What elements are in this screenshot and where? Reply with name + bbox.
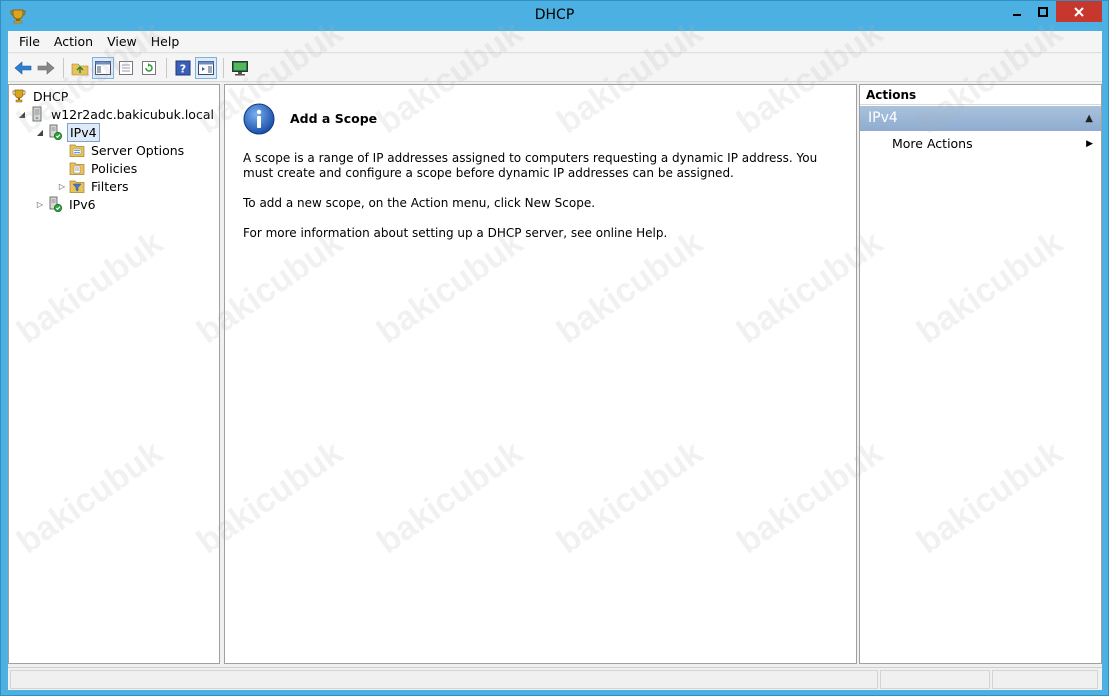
maximize-icon — [1038, 6, 1048, 17]
tree-label-ipv6: IPv6 — [69, 196, 96, 212]
collapse-section-icon[interactable]: ▲ — [1085, 106, 1093, 131]
content-title: Add a Scope — [290, 111, 378, 126]
toolbar: ? — [8, 54, 1102, 82]
tree-node-server-options[interactable]: Server Options — [69, 141, 186, 159]
dhcp-trophy-icon — [11, 88, 27, 104]
menu-view[interactable]: View — [100, 31, 144, 53]
client-area: File Action View Help ? DHCP ◢ w12r2adc.… — [8, 31, 1102, 690]
tree-label-filters: Filters — [91, 178, 129, 194]
dhcp-window: DHCP File Action View Help ? DHCP ◢ w12r… — [0, 0, 1109, 696]
toolbar-separator — [223, 57, 224, 78]
menu-file[interactable]: File — [12, 31, 47, 53]
submenu-arrow-icon: ▶ — [1086, 139, 1093, 149]
tree-label-ipv4: IPv4 — [67, 122, 100, 142]
minimize-icon — [1013, 13, 1021, 16]
tree-node-ipv6[interactable]: ▷ IPv6 — [35, 195, 98, 213]
actions-pane: Actions IPv4 ▲ More Actions ▶ — [859, 84, 1102, 664]
results-pane: Add a Scope A scope is a range of IP add… — [224, 84, 857, 664]
close-button[interactable] — [1056, 1, 1102, 22]
more-actions-item[interactable]: More Actions ▶ — [860, 135, 1101, 153]
actions-section-label: IPv4 — [868, 110, 898, 126]
forward-icon — [37, 60, 55, 75]
status-cell-2 — [880, 670, 990, 689]
show-hide-console-tree-button[interactable] — [92, 56, 114, 79]
forward-button[interactable] — [35, 57, 57, 79]
menu-bar: File Action View Help — [8, 31, 1102, 53]
console-button[interactable] — [229, 57, 251, 79]
status-cell-main — [10, 670, 878, 689]
info-icon — [243, 103, 275, 135]
help-information: For more information about setting up a … — [243, 226, 668, 240]
scope-description: A scope is a range of IP addresses assig… — [243, 151, 818, 180]
more-actions-label: More Actions — [892, 136, 973, 151]
server-icon — [29, 106, 45, 122]
tree-node-policies[interactable]: Policies — [69, 159, 139, 177]
actions-header: Actions — [860, 85, 1101, 105]
menu-action[interactable]: Action — [47, 31, 100, 53]
back-button[interactable] — [12, 57, 34, 79]
show-hide-tree-icon — [95, 60, 111, 75]
minimize-button[interactable] — [1004, 1, 1030, 22]
close-icon — [1074, 6, 1084, 17]
up-one-level-button[interactable] — [69, 57, 91, 79]
title-bar[interactable]: DHCP — [1, 1, 1108, 31]
refresh-button[interactable] — [138, 57, 160, 79]
policies-icon — [69, 160, 85, 176]
tree-label-server-options: Server Options — [91, 142, 185, 158]
tree-node-server[interactable]: ◢ w12r2adc.bakicubuk.local — [17, 105, 216, 123]
ipv6-status-icon — [47, 196, 63, 212]
actions-section-ipv4[interactable]: IPv4 ▲ — [860, 106, 1101, 131]
tree-label-dhcp: DHCP — [33, 88, 69, 104]
filters-icon — [69, 178, 85, 194]
tree-node-filters[interactable]: ▷ Filters — [57, 177, 130, 195]
collapse-arrow-icon[interactable]: ◢ — [35, 128, 45, 137]
show-hide-action-pane-button[interactable] — [195, 56, 217, 79]
svg-text:?: ? — [180, 62, 186, 75]
tree-label-server: w12r2adc.bakicubuk.local — [51, 106, 214, 122]
export-list-icon — [119, 60, 133, 75]
toolbar-separator — [166, 57, 167, 78]
help-button[interactable]: ? — [172, 57, 194, 79]
tree-node-dhcp[interactable]: DHCP — [11, 87, 70, 105]
server-options-icon — [69, 142, 85, 158]
up-folder-icon — [71, 63, 89, 75]
show-hide-action-pane-icon — [198, 60, 214, 75]
menu-help[interactable]: Help — [144, 31, 187, 53]
console-tree: DHCP ◢ w12r2adc.bakicubuk.local ◢ IPv4 S… — [8, 84, 220, 664]
ipv4-status-icon — [47, 124, 63, 140]
new-scope-instruction: To add a new scope, on the Action menu, … — [243, 196, 596, 210]
maximize-button[interactable] — [1030, 1, 1056, 22]
window-controls — [1004, 1, 1102, 22]
help-icon: ? — [175, 60, 191, 75]
toolbar-separator — [63, 57, 64, 78]
status-cell-3 — [992, 670, 1098, 689]
back-icon — [14, 60, 32, 75]
refresh-icon — [142, 60, 156, 75]
expand-arrow-icon[interactable]: ▷ — [35, 200, 45, 209]
monitor-icon — [232, 60, 248, 75]
tree-label-policies: Policies — [91, 160, 138, 176]
expand-arrow-icon[interactable]: ▷ — [57, 182, 67, 191]
export-list-button[interactable] — [115, 57, 137, 79]
status-bar — [8, 667, 1102, 690]
collapse-arrow-icon[interactable]: ◢ — [17, 110, 27, 119]
tree-node-ipv4[interactable]: ◢ IPv4 — [35, 122, 100, 142]
window-title: DHCP — [534, 7, 575, 23]
